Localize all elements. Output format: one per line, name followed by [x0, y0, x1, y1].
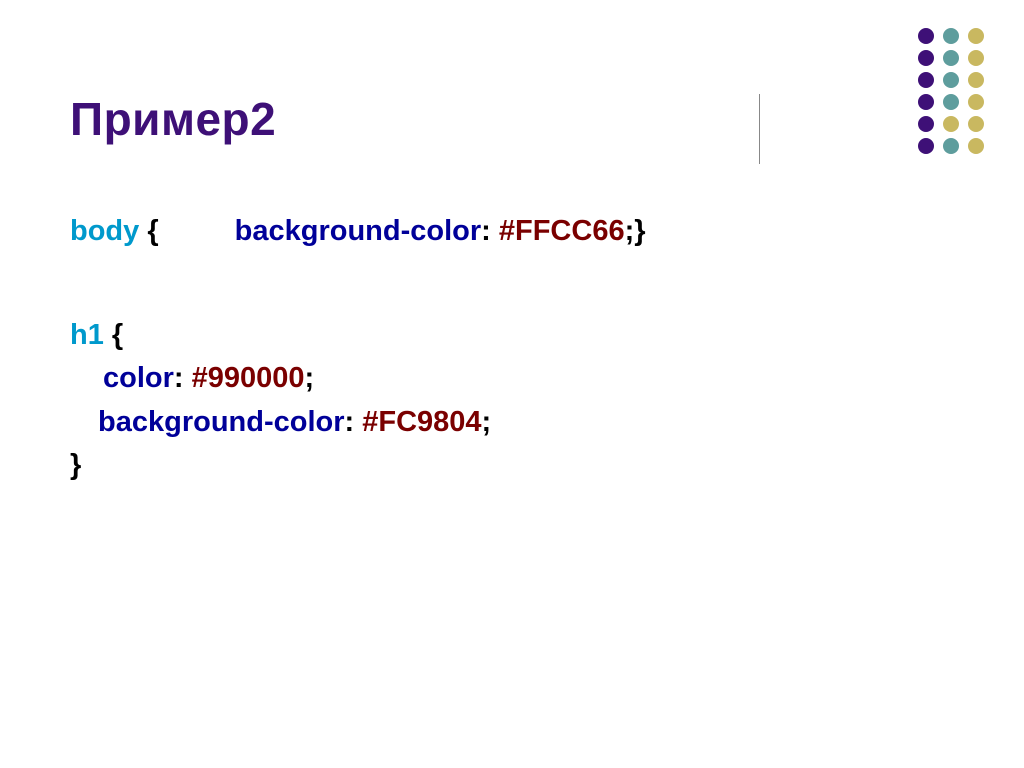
colon: :	[481, 215, 491, 247]
dot	[943, 138, 959, 154]
dot	[943, 72, 959, 88]
semicolon: ;	[305, 362, 315, 394]
css-property: background-color	[98, 406, 345, 438]
dot	[968, 94, 984, 110]
brace-open: {	[104, 319, 123, 351]
code-line-3: color: #990000;	[70, 357, 954, 401]
colon: :	[174, 362, 184, 394]
css-property: background-color	[235, 215, 482, 247]
dot	[918, 94, 934, 110]
dot	[918, 28, 934, 44]
slide-title: Пример2	[70, 92, 276, 146]
brace-open: {	[139, 215, 158, 247]
dot	[918, 72, 934, 88]
dot	[918, 138, 934, 154]
dot	[968, 72, 984, 88]
css-value: #FC9804	[354, 406, 481, 438]
code-line-2: h1 {	[70, 314, 954, 358]
dot	[943, 28, 959, 44]
dot	[918, 50, 934, 66]
css-selector: h1	[70, 319, 104, 351]
dot	[943, 94, 959, 110]
code-line-4: background-color: #FC9804;	[70, 401, 954, 445]
dot	[968, 116, 984, 132]
css-value: #990000	[184, 362, 305, 394]
title-divider	[759, 94, 760, 164]
decoration-dots	[918, 28, 984, 154]
code-line-1: body { background-color: #FFCC66;}	[70, 210, 954, 254]
dot-column-2	[943, 28, 959, 154]
css-value: #FFCC66	[491, 215, 625, 247]
css-property: color	[103, 362, 174, 394]
brace-close: }	[70, 449, 81, 481]
dot-column-1	[918, 28, 934, 154]
dot	[943, 116, 959, 132]
semicolon: ;	[625, 215, 635, 247]
colon: :	[345, 406, 355, 438]
dot	[968, 28, 984, 44]
dot	[968, 50, 984, 66]
css-selector: body	[70, 215, 139, 247]
dot-column-3	[968, 28, 984, 154]
dot	[968, 138, 984, 154]
code-line-5: }	[70, 444, 954, 488]
dot	[918, 116, 934, 132]
code-content: body { background-color: #FFCC66;} h1 { c…	[70, 210, 954, 488]
blank-line	[70, 254, 954, 314]
slide-container: Пример2 body { background-color: #FFCC66;…	[0, 0, 1024, 768]
semicolon: ;	[482, 406, 492, 438]
dot	[943, 50, 959, 66]
brace-close: }	[634, 215, 645, 247]
title-row: Пример2	[70, 92, 954, 164]
